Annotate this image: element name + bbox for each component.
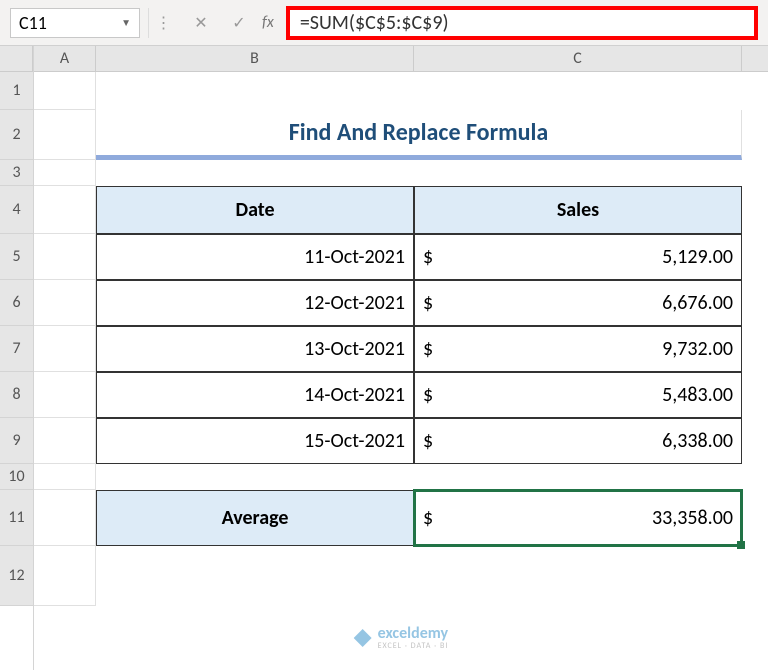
cell-a2[interactable] — [34, 110, 96, 160]
cell-b5-date[interactable]: 11-Oct-2021 — [96, 234, 414, 280]
cell-b12[interactable] — [96, 546, 414, 606]
cell-a12[interactable] — [34, 546, 96, 606]
cell-a10[interactable] — [34, 464, 96, 490]
cell-c1[interactable] — [414, 72, 742, 110]
sales-value: 5,483.00 — [662, 383, 733, 407]
formula-text: =SUM($C$5:$C$9) — [300, 11, 449, 35]
cell-c9-sales[interactable]: $6,338.00 — [414, 418, 742, 464]
cell-c3[interactable] — [414, 160, 742, 186]
col-header-a[interactable]: A — [34, 46, 96, 71]
summary-value-cell[interactable]: $ 33,358.00 — [414, 490, 742, 546]
watermark: exceldemy EXCEL · DATA · BI — [354, 626, 449, 650]
cell-a3[interactable] — [34, 160, 96, 186]
row-header-4[interactable]: 4 — [0, 186, 33, 234]
cell-c10[interactable] — [414, 464, 742, 490]
cell-a11[interactable] — [34, 490, 96, 546]
cells-area: Find And Replace Formula Date Sales 11-O… — [34, 72, 768, 606]
sales-value: 6,338.00 — [662, 429, 733, 453]
watermark-logo-icon — [354, 629, 372, 647]
cell-a5[interactable] — [34, 234, 96, 280]
watermark-tag: EXCEL · DATA · BI — [378, 642, 449, 650]
row-header-2[interactable]: 2 — [0, 110, 33, 160]
row-header-10[interactable]: 10 — [0, 464, 33, 490]
cell-a8[interactable] — [34, 372, 96, 418]
currency-symbol: $ — [423, 337, 433, 361]
name-box-dropdown-icon[interactable]: ▼ — [121, 16, 131, 29]
summary-label[interactable]: Average — [96, 490, 414, 546]
col-header-b[interactable]: B — [96, 46, 414, 71]
row-header-6[interactable]: 6 — [0, 280, 33, 326]
column-headers: A B C — [34, 46, 768, 72]
cell-c12[interactable] — [414, 546, 742, 606]
currency-symbol: $ — [423, 383, 433, 407]
row-header-8[interactable]: 8 — [0, 372, 33, 418]
cell-a6[interactable] — [34, 280, 96, 326]
select-all-corner[interactable] — [0, 46, 33, 72]
vertical-dots-icon: ⋮ — [148, 8, 178, 38]
cell-a9[interactable] — [34, 418, 96, 464]
title-cell[interactable]: Find And Replace Formula — [96, 110, 742, 160]
cell-c7-sales[interactable]: $9,732.00 — [414, 326, 742, 372]
watermark-brand: exceldemy — [378, 626, 449, 642]
row-header-5[interactable]: 5 — [0, 234, 33, 280]
name-box[interactable]: C11 ▼ — [10, 8, 140, 38]
formula-input[interactable]: =SUM($C$5:$C$9) — [286, 6, 758, 40]
sales-value: 9,732.00 — [662, 337, 733, 361]
currency-symbol: $ — [423, 291, 433, 315]
sales-value: 6,676.00 — [662, 291, 733, 315]
enter-icon[interactable]: ✓ — [224, 8, 254, 38]
cell-b8-date[interactable]: 14-Oct-2021 — [96, 372, 414, 418]
cell-c5-sales[interactable]: $5,129.00 — [414, 234, 742, 280]
sales-value: 5,129.00 — [662, 245, 733, 269]
currency-symbol: $ — [423, 506, 433, 530]
fill-handle[interactable] — [737, 541, 745, 549]
cell-b3[interactable] — [96, 160, 414, 186]
row-header-7[interactable]: 7 — [0, 326, 33, 372]
cell-b7-date[interactable]: 13-Oct-2021 — [96, 326, 414, 372]
cell-a4[interactable] — [34, 186, 96, 234]
summary-value: 33,358.00 — [652, 506, 733, 530]
cell-a7[interactable] — [34, 326, 96, 372]
cancel-icon[interactable]: ✕ — [186, 8, 216, 38]
cell-c6-sales[interactable]: $6,676.00 — [414, 280, 742, 326]
row-headers: 1 2 3 4 5 6 7 8 9 10 11 12 — [0, 46, 34, 670]
name-box-value: C11 — [19, 12, 47, 34]
header-sales[interactable]: Sales — [414, 186, 742, 234]
fx-icon[interactable]: fx — [262, 13, 274, 32]
row-header-12[interactable]: 12 — [0, 546, 33, 606]
formula-bar: C11 ▼ ⋮ ✕ ✓ fx =SUM($C$5:$C$9) — [0, 0, 768, 46]
cell-b10[interactable] — [96, 464, 414, 490]
cell-c8-sales[interactable]: $5,483.00 — [414, 372, 742, 418]
row-header-11[interactable]: 11 — [0, 490, 33, 546]
col-header-c[interactable]: C — [414, 46, 742, 71]
cell-b9-date[interactable]: 15-Oct-2021 — [96, 418, 414, 464]
header-date[interactable]: Date — [96, 186, 414, 234]
row-header-9[interactable]: 9 — [0, 418, 33, 464]
row-header-3[interactable]: 3 — [0, 160, 33, 186]
currency-symbol: $ — [423, 245, 433, 269]
spreadsheet-grid: 1 2 3 4 5 6 7 8 9 10 11 12 A B C Find — [0, 46, 768, 670]
cell-b1[interactable] — [96, 72, 414, 110]
currency-symbol: $ — [423, 429, 433, 453]
row-header-1[interactable]: 1 — [0, 72, 33, 110]
cell-a1[interactable] — [34, 72, 96, 110]
cell-b6-date[interactable]: 12-Oct-2021 — [96, 280, 414, 326]
